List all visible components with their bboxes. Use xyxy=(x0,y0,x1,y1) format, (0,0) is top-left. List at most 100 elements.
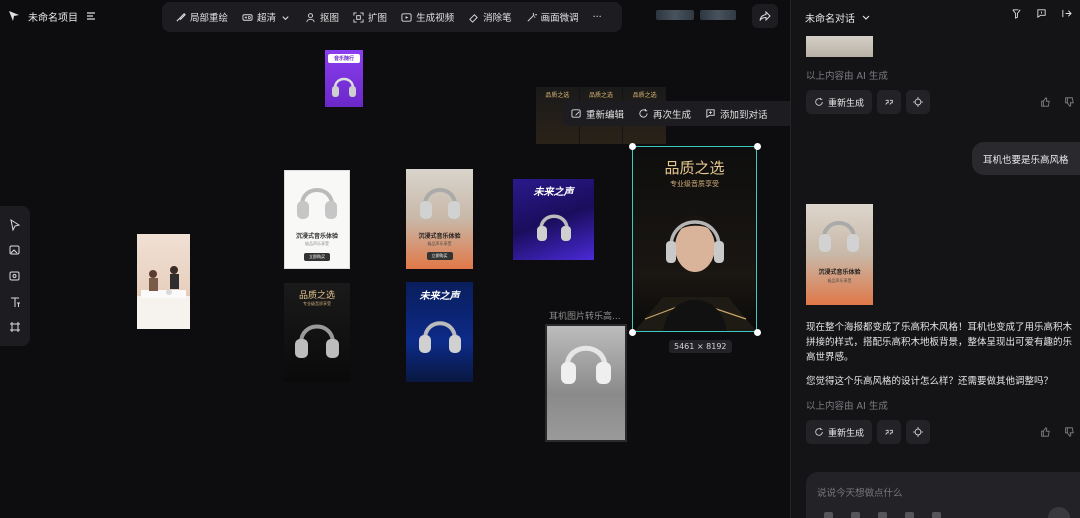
tool-eraser[interactable]: 消除笔 xyxy=(463,7,517,27)
tool-label: 扩图 xyxy=(368,13,388,24)
adjust-icon xyxy=(527,12,537,21)
video-icon xyxy=(401,12,412,22)
poster-dark-1[interactable]: 品质之选 专业级音质享受 xyxy=(284,283,350,382)
cafe-scene-image xyxy=(137,266,190,329)
chat-title: 未命名对话 xyxy=(805,13,855,25)
chat-history-icon[interactable] xyxy=(1036,8,1047,19)
resize-handle[interactable] xyxy=(629,143,636,150)
tool-video[interactable]: 生成视频 xyxy=(396,7,459,27)
feedback-icons xyxy=(1040,97,1074,107)
thumbs-down-icon[interactable] xyxy=(1064,427,1074,437)
share-button[interactable] xyxy=(752,4,778,28)
tool-expand[interactable]: 扩图 xyxy=(348,7,392,27)
chat-image-title: 沉浸式音乐体验 xyxy=(818,269,861,276)
add-to-chat-button[interactable]: 添加到对话 xyxy=(705,107,768,121)
settings-icon[interactable] xyxy=(932,512,941,518)
poster-cafe[interactable] xyxy=(137,234,190,329)
resize-handle[interactable] xyxy=(754,143,761,150)
poster-white[interactable]: 沉浸式音乐体验 极品声乐享受 立即购买 xyxy=(284,170,350,269)
search-icon[interactable] xyxy=(905,512,914,518)
input-tools xyxy=(824,512,941,518)
poster-button: 立即购买 xyxy=(426,252,453,260)
tool-inpaint[interactable]: 局部重绘 xyxy=(170,7,233,27)
regenerate-label: 重新生成 xyxy=(828,428,865,439)
regenerate-message-button[interactable]: 重新生成 xyxy=(806,90,873,114)
resize-handle[interactable] xyxy=(754,329,761,336)
message-actions: 重新生成 xyxy=(806,90,931,114)
new-chat-icon[interactable] xyxy=(1011,8,1022,19)
poster-title: 未来之声 xyxy=(533,187,574,198)
locate-button[interactable] xyxy=(906,90,931,114)
project-title[interactable]: 未命名项目 xyxy=(28,9,78,24)
message-actions: 重新生成 xyxy=(806,420,931,444)
chat-input[interactable]: 说说今天想做点什么 xyxy=(806,472,1080,518)
model-icon[interactable] xyxy=(824,512,833,518)
image-toolbar: 局部重绘 超清 抠图 扩图 生成视频 消除笔 画面微调 ··· xyxy=(162,2,622,32)
thumbs-down-icon[interactable] xyxy=(1064,97,1074,107)
eraser-icon xyxy=(469,13,478,23)
poster-title: 沉浸式音乐体验 xyxy=(418,233,461,240)
image-edit-icon[interactable] xyxy=(9,270,21,282)
chat-image-previous[interactable] xyxy=(806,36,873,57)
tool-label: 抠图 xyxy=(320,13,340,24)
poster-future-1[interactable]: 未来之声 xyxy=(513,179,594,260)
image-add-icon[interactable] xyxy=(9,244,21,256)
thumbs-up-icon[interactable] xyxy=(1040,427,1050,437)
project-header: 未命名项目 xyxy=(8,7,96,25)
chat-image-result[interactable]: 沉浸式音乐体验 极品声乐享受 xyxy=(806,204,873,305)
headphone-image xyxy=(419,188,460,219)
hd-icon xyxy=(242,13,253,21)
tool-upscale[interactable]: 超清 xyxy=(237,7,296,27)
poster-future-2[interactable]: 未来之声 xyxy=(406,282,473,382)
text-icon[interactable] xyxy=(9,296,21,308)
tool-cutout[interactable]: 抠图 xyxy=(300,7,344,27)
collapse-panel-icon[interactable] xyxy=(1061,8,1072,19)
blurred-info xyxy=(656,10,736,20)
edit-icon xyxy=(571,109,581,118)
quote-icon xyxy=(885,99,893,105)
quote-button[interactable] xyxy=(877,90,902,114)
ratio-icon[interactable] xyxy=(878,512,887,518)
locate-button[interactable] xyxy=(906,420,931,444)
headphone-image xyxy=(332,77,356,97)
more-button[interactable]: ··· xyxy=(588,9,607,26)
tool-label: 画面微调 xyxy=(540,13,579,24)
frame-icon[interactable] xyxy=(9,321,21,333)
regenerate-message-button[interactable]: 重新生成 xyxy=(806,420,873,444)
headphone-image xyxy=(561,345,611,384)
tool-label: 消除笔 xyxy=(483,13,512,24)
poster-title: 品质之选 xyxy=(664,159,725,177)
re-edit-button[interactable]: 重新编辑 xyxy=(571,107,624,121)
select-icon[interactable] xyxy=(9,218,21,231)
poster-button: 立即购买 xyxy=(304,253,330,261)
headphone-image xyxy=(536,214,571,241)
tool-adjust[interactable]: 画面微调 xyxy=(521,7,584,27)
quote-button[interactable] xyxy=(877,420,902,444)
chevron-down-icon xyxy=(282,15,289,20)
headphone-image xyxy=(297,188,337,219)
more-icon: ··· xyxy=(592,11,602,23)
image-caption: 耳机图片转乐高... xyxy=(549,312,621,322)
poster-lego-2[interactable] xyxy=(545,324,627,442)
expand-icon xyxy=(353,11,364,23)
tool-label: 添加到对话 xyxy=(720,109,768,121)
regenerate-label: 重新生成 xyxy=(828,98,865,109)
send-button[interactable] xyxy=(1048,507,1070,518)
poster-lego-1[interactable]: 沉浸式音乐体验 极品声乐享受 立即购买 xyxy=(406,169,473,269)
poster-selected[interactable]: 品质之选 专业级音质享受 xyxy=(632,146,757,332)
poster-title: 未来之声 xyxy=(419,291,460,302)
menu-icon[interactable] xyxy=(86,11,96,21)
poster-title: 沉浸式音乐体验 xyxy=(295,233,338,240)
poster-purple[interactable]: 音乐随行 xyxy=(325,50,363,107)
resize-handle[interactable] xyxy=(629,329,636,336)
portrait-image xyxy=(634,215,756,331)
tool-label: 局部重绘 xyxy=(190,13,229,24)
chat-title-dropdown[interactable]: 未命名对话 xyxy=(805,8,871,26)
attach-icon[interactable] xyxy=(851,512,860,518)
cursor-logo-icon xyxy=(9,11,19,21)
regenerate-button[interactable]: 再次生成 xyxy=(638,107,691,121)
headphone-image xyxy=(295,324,339,358)
thumbs-up-icon[interactable] xyxy=(1040,97,1050,107)
canvas[interactable]: 未命名项目 局部重绘 超清 抠图 扩图 生成视频 消除笔 画面微调 ··· 音乐… xyxy=(0,0,790,518)
add-to-chat-icon xyxy=(706,109,715,119)
